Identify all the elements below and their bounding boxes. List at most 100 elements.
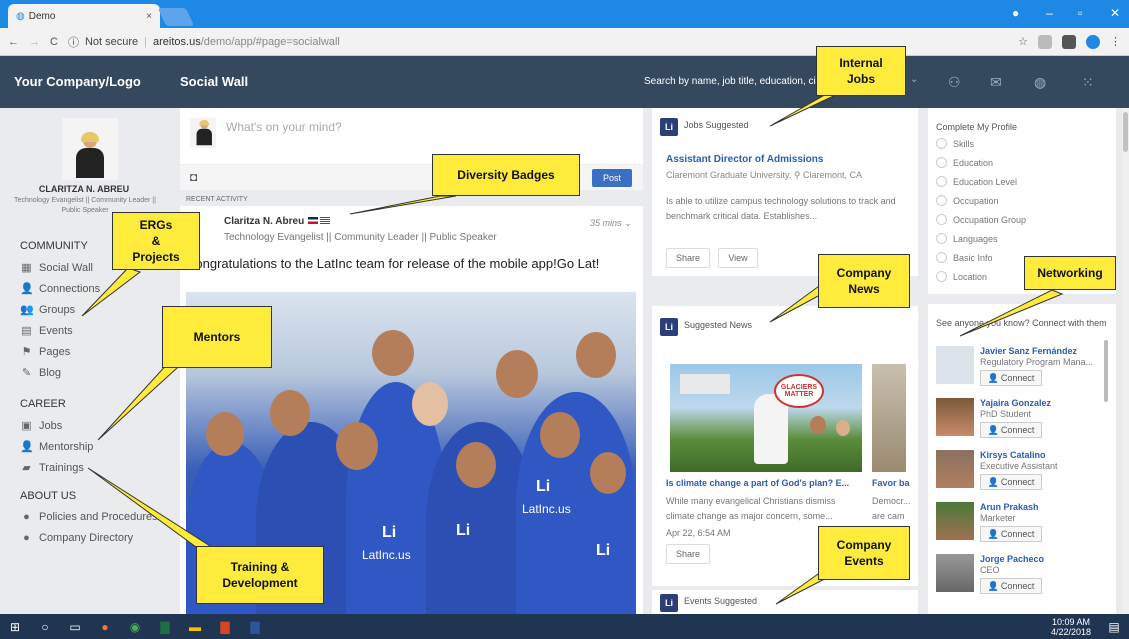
avatar[interactable]: [936, 450, 974, 488]
avatar[interactable]: [936, 398, 974, 436]
company-logo[interactable]: Your Company/Logo: [14, 74, 141, 89]
close-window-button[interactable]: ✕: [1110, 6, 1120, 20]
sidebar-item-blog[interactable]: ✎ Blog: [20, 366, 61, 380]
extension-icon[interactable]: [1038, 34, 1052, 49]
bookmark-star-icon[interactable]: ☆: [1018, 35, 1028, 48]
user-plus-icon: 👤: [987, 528, 999, 539]
sidebar-item-jobs[interactable]: ▣ Jobs: [20, 419, 62, 433]
powerpoint-icon[interactable]: ▇: [218, 620, 232, 634]
connect-button[interactable]: 👤 Connect: [980, 474, 1042, 490]
chrome-icon[interactable]: ◉: [128, 620, 142, 634]
system-clock[interactable]: 10:09 AM 4/22/2018: [1051, 617, 1091, 637]
profile-item-basic-info[interactable]: Basic Info: [936, 252, 993, 263]
page-scrollbar[interactable]: [1122, 108, 1129, 614]
browser-tab[interactable]: ◍ Demo ×: [8, 4, 160, 28]
extension-icon[interactable]: [1086, 34, 1100, 49]
view-button[interactable]: View: [718, 248, 758, 268]
sidebar-item-label: Pages: [39, 345, 71, 358]
news-description: Democr... are cam: [872, 496, 911, 521]
profile-item-label: Languages: [953, 233, 998, 244]
user-plus-icon: 👤: [987, 580, 999, 591]
firefox-icon[interactable]: ●: [98, 620, 112, 634]
sidebar-item-groups[interactable]: 👥 Groups: [20, 303, 75, 317]
sidebar-item-mentorship[interactable]: 👤 Mentorship: [20, 440, 93, 454]
profile-item-occupation[interactable]: Occupation: [936, 195, 999, 206]
connect-button[interactable]: 👤 Connect: [980, 526, 1042, 542]
circle-icon: [936, 214, 947, 225]
windows-start-icon[interactable]: ⊞: [8, 620, 22, 634]
post-button[interactable]: Post: [592, 169, 632, 187]
connect-button[interactable]: 👤 Connect: [980, 370, 1042, 386]
camera-icon[interactable]: ◘: [190, 170, 197, 184]
back-icon[interactable]: ←: [8, 36, 19, 48]
reload-icon[interactable]: C: [50, 36, 58, 48]
page-scrollbar-thumb[interactable]: [1123, 112, 1128, 152]
profile-item-education[interactable]: Education: [936, 157, 993, 168]
profile-item-languages[interactable]: Languages: [936, 233, 998, 244]
apps-grid-icon[interactable]: ⁙: [1082, 74, 1094, 91]
people-icon[interactable]: ⚇: [948, 74, 961, 91]
connect-button[interactable]: 👤 Connect: [980, 578, 1042, 594]
notifications-icon[interactable]: ▤: [1107, 620, 1121, 634]
person-name[interactable]: Kirsys Catalino: [980, 450, 1046, 460]
mail-icon[interactable]: ✉: [990, 74, 1002, 91]
avatar[interactable]: [936, 502, 974, 540]
post-input[interactable]: What's on your mind?: [226, 120, 342, 134]
chevron-down-icon[interactable]: ⌄: [624, 218, 632, 228]
app-header: Your Company/Logo Social Wall Search by …: [0, 56, 1129, 108]
extension-icon[interactable]: [1062, 34, 1076, 49]
news-image[interactable]: [872, 364, 906, 472]
maximize-button[interactable]: ▫: [1078, 6, 1082, 20]
task-view-icon[interactable]: ▭: [68, 620, 82, 634]
news-title-link[interactable]: Is climate change a part of God's plan? …: [666, 478, 849, 488]
profile-item-education-level[interactable]: Education Level: [936, 176, 1017, 187]
menu-icon[interactable]: ⋮: [1110, 35, 1121, 48]
sidebar-item-pages[interactable]: ⚑ Pages: [20, 345, 71, 359]
user-name[interactable]: CLARITZA N. ABREU: [0, 184, 168, 194]
post-author[interactable]: Claritza N. Abreu: [224, 216, 304, 227]
sidebar-item-social-wall[interactable]: ▦ Social Wall: [20, 261, 93, 275]
profile-item-label: Skills: [953, 138, 975, 149]
connect-button[interactable]: 👤 Connect: [980, 422, 1042, 438]
news-title-link[interactable]: Favor ba: [872, 478, 910, 488]
share-button[interactable]: Share: [666, 544, 710, 564]
profile-item-skills[interactable]: Skills: [936, 138, 974, 149]
sidebar-item-trainings[interactable]: ▰ Trainings: [20, 461, 84, 475]
person-name[interactable]: Arun Prakash: [980, 502, 1039, 512]
news-image[interactable]: GLACIERS MATTER: [670, 364, 862, 472]
excel-icon[interactable]: ▇: [158, 620, 172, 634]
sidebar-item-policies[interactable]: ● Policies and Procedures: [20, 511, 157, 523]
person-name[interactable]: Yajaira Gonzalez: [980, 398, 1051, 408]
share-button[interactable]: Share: [666, 248, 710, 268]
chevron-down-icon[interactable]: ⌄: [910, 74, 918, 85]
profile-item-location[interactable]: Location: [936, 271, 987, 282]
globe-icon[interactable]: ◍: [1034, 74, 1046, 91]
sidebar-item-directory[interactable]: ● Company Directory: [20, 532, 133, 544]
word-icon[interactable]: ▇: [248, 620, 262, 634]
person-name[interactable]: Jorge Pacheco: [980, 554, 1044, 564]
avatar[interactable]: [936, 346, 974, 384]
search-icon[interactable]: ○: [38, 620, 52, 634]
sidebar-item-connections[interactable]: 👤 Connections: [20, 282, 100, 296]
profile-item-occupation-group[interactable]: Occupation Group: [936, 214, 1026, 225]
sidebar-item-events[interactable]: ▤ Events: [20, 324, 72, 338]
news-description: While many evangelical Christians dismis…: [666, 496, 836, 521]
forward-icon[interactable]: →: [29, 36, 40, 48]
networking-scrollbar[interactable]: [1104, 340, 1108, 402]
job-title-link[interactable]: Assistant Director of Admissions: [666, 154, 823, 165]
tab-close-icon[interactable]: ×: [146, 11, 152, 22]
url-separator: |: [144, 35, 148, 48]
minimize-button[interactable]: –: [1046, 6, 1053, 20]
person-name[interactable]: Javier Sanz Fernández: [980, 346, 1077, 356]
protest-sign: GLACIERS MATTER: [774, 374, 824, 408]
post-time[interactable]: 35 mins ⌄: [590, 218, 632, 229]
networking-card: See anyone you know? Connect with them J…: [928, 304, 1116, 614]
avatar[interactable]: [62, 118, 118, 180]
map-pin-icon: ⚲: [793, 170, 801, 180]
li-badge-icon: Li: [660, 318, 678, 336]
profile-icon[interactable]: ●: [1012, 6, 1019, 20]
avatar[interactable]: [936, 554, 974, 592]
job-description: Is able to utilize campus technology sol…: [666, 196, 896, 221]
post-message: Congratulations to the LatInc team for r…: [186, 256, 600, 271]
file-explorer-icon[interactable]: ▬: [188, 620, 202, 634]
